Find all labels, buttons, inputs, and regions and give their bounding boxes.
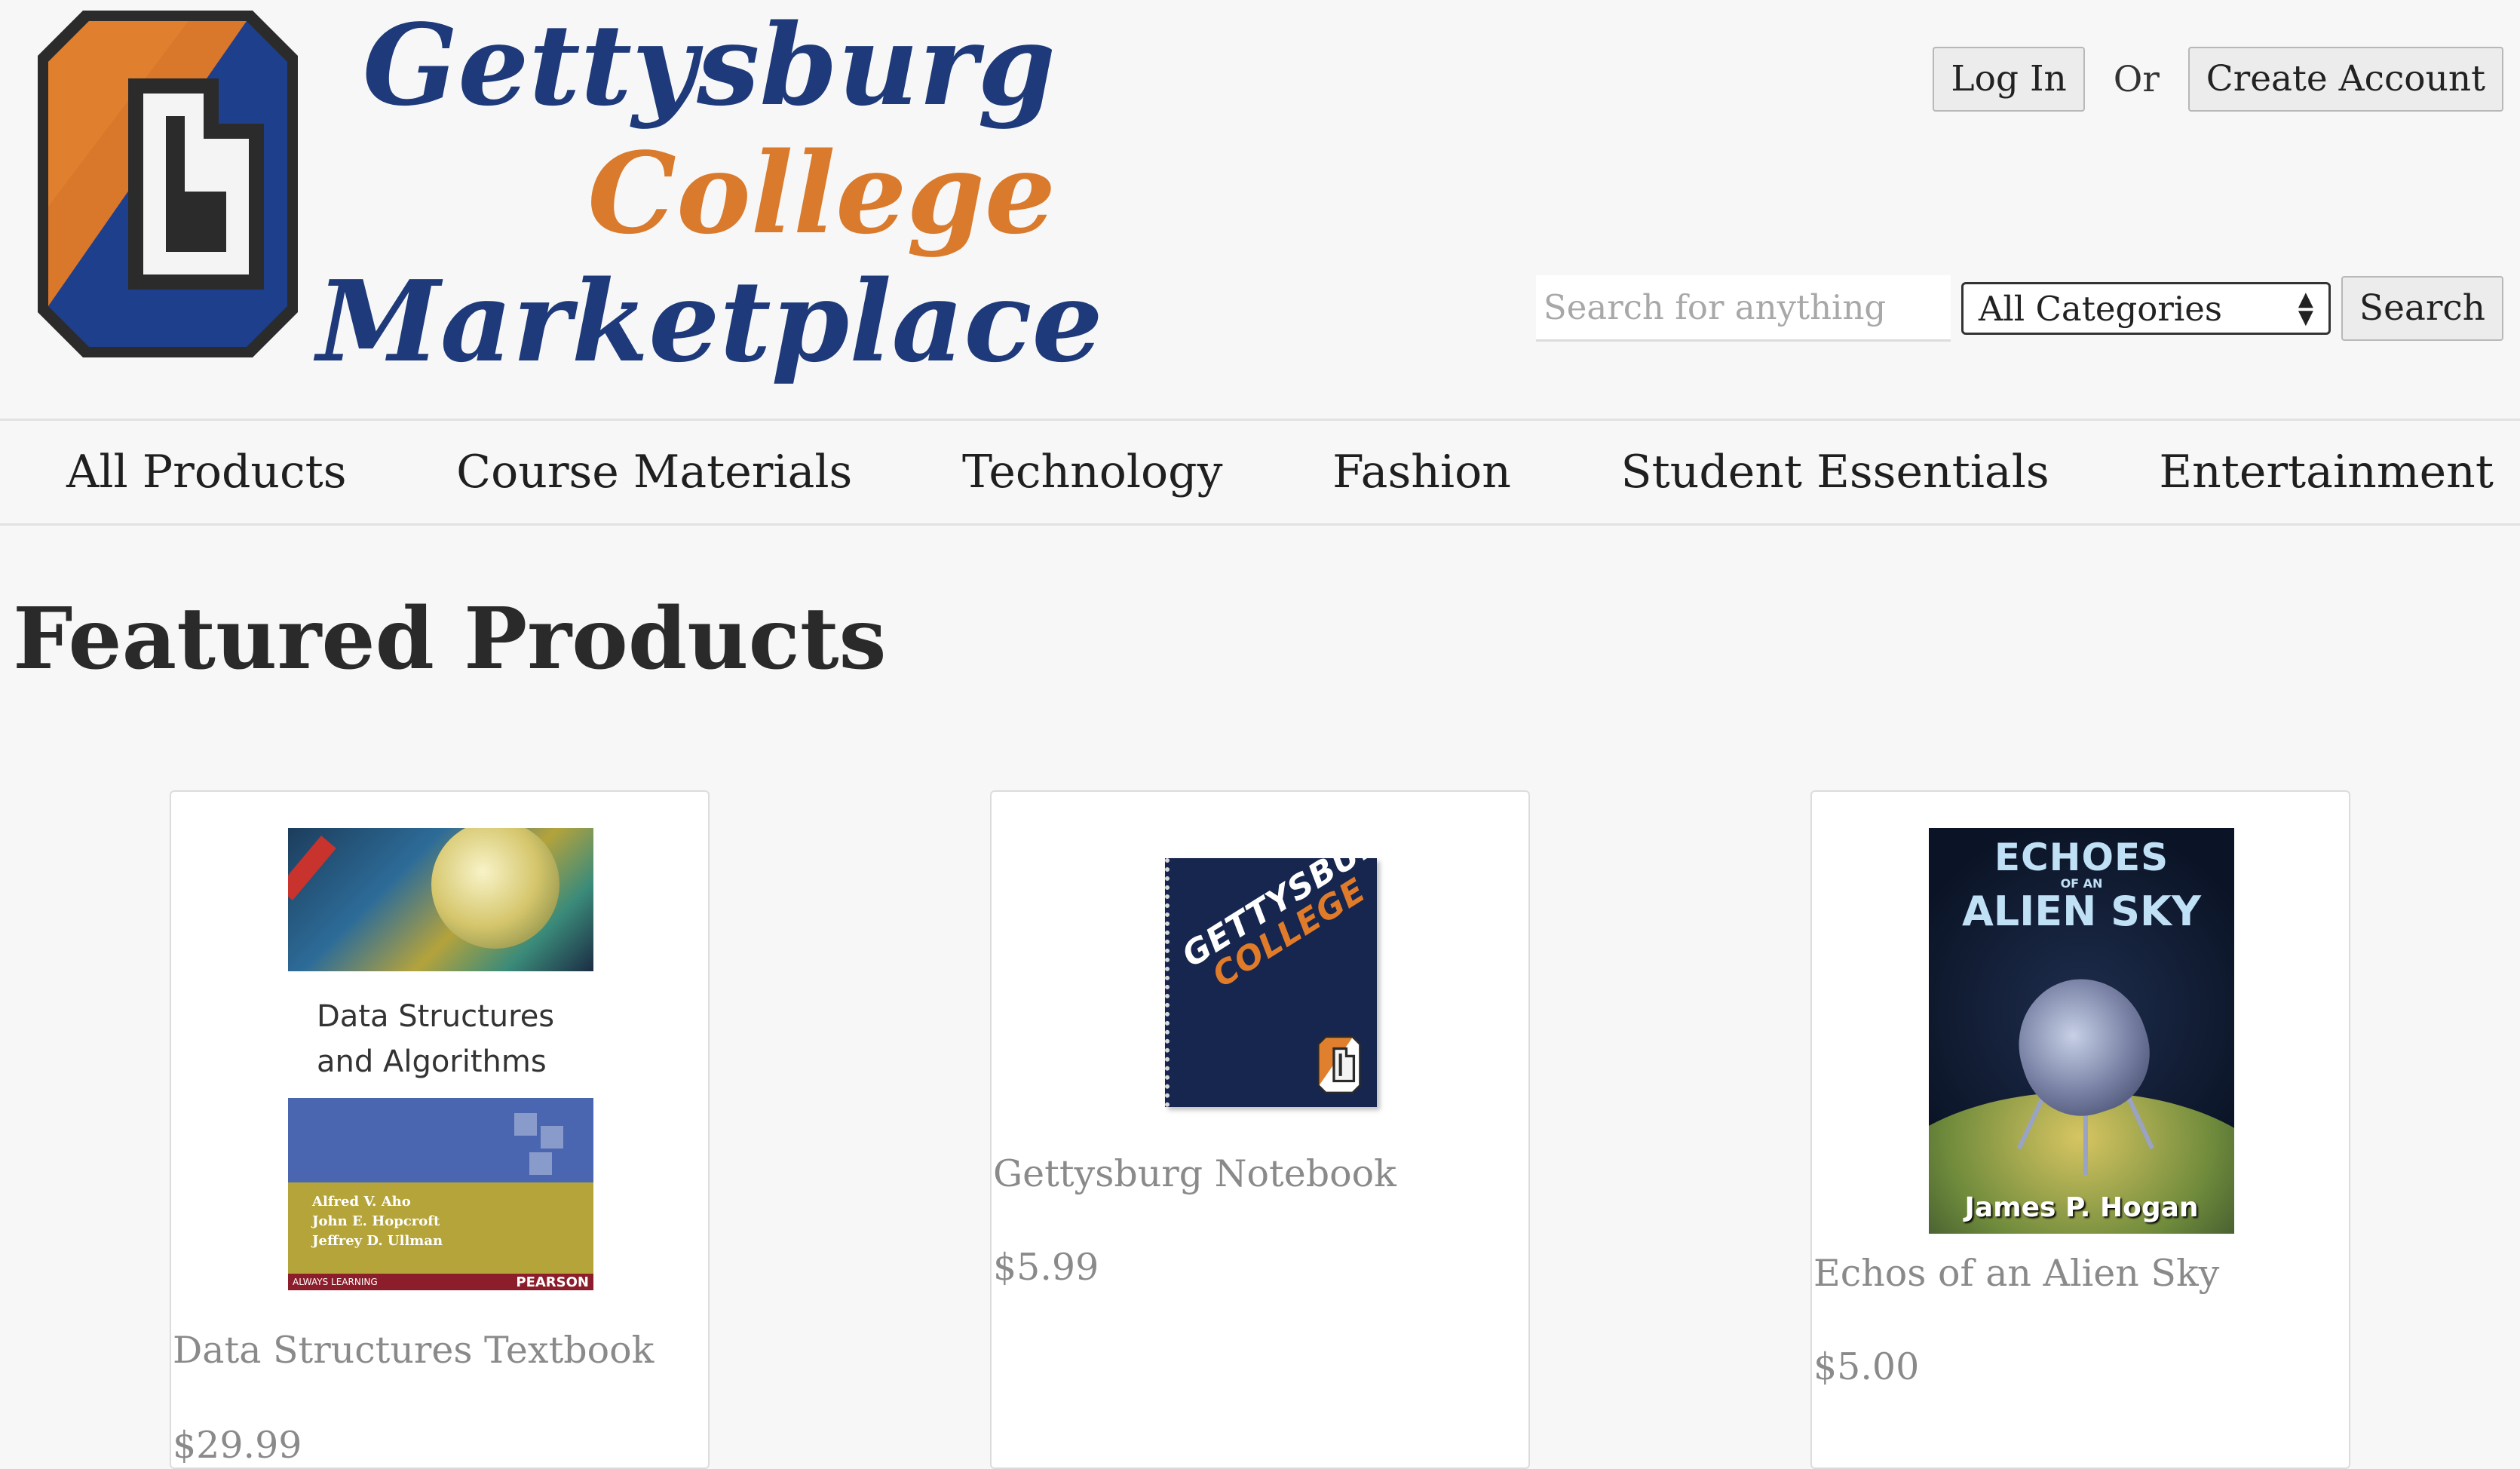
cover-author: John E. Hopcroft bbox=[312, 1213, 440, 1229]
nav-item-technology[interactable]: Technology bbox=[962, 446, 1223, 498]
cover-square bbox=[514, 1113, 537, 1136]
cover-title-line1: Data Structures bbox=[317, 999, 555, 1034]
search-button[interactable]: Search bbox=[2341, 276, 2503, 341]
nav-item-all-products[interactable]: All Products bbox=[66, 446, 347, 498]
site-header: Gettysburg College Marketplace Log In Or… bbox=[0, 0, 2520, 419]
category-nav: All Products Course Materials Technology… bbox=[0, 419, 2520, 526]
product-name[interactable]: Gettysburg Notebook bbox=[993, 1152, 1396, 1195]
cover-title-alien-sky: ALIEN SKY bbox=[1961, 888, 2201, 935]
select-arrows-icon: ▲ ▼ bbox=[2298, 288, 2313, 329]
cover-title: ECHOES OF AN ALIEN SKY bbox=[1929, 839, 2234, 932]
cover-authors: Alfred V. Aho John E. Hopcroft Jeffrey D… bbox=[312, 1192, 443, 1251]
cover-square bbox=[529, 1152, 552, 1175]
gettysburg-g-logo bbox=[1317, 1036, 1361, 1093]
product-name[interactable]: Echos of an Alien Sky bbox=[1813, 1252, 2219, 1295]
nav-item-student-essentials[interactable]: Student Essentials bbox=[1620, 446, 2049, 498]
nav-item-fashion[interactable]: Fashion bbox=[1332, 446, 1511, 498]
gettysburg-g-logo[interactable] bbox=[38, 11, 298, 357]
create-account-button[interactable]: Create Account bbox=[2187, 47, 2503, 112]
nav-item-course-materials[interactable]: Course Materials bbox=[456, 446, 852, 498]
cover-author: Alfred V. Aho bbox=[312, 1194, 411, 1210]
cover-title: Data Structures and Algorithms bbox=[317, 994, 554, 1084]
nav-item-entertainment[interactable]: Entertainment bbox=[2159, 446, 2494, 498]
product-price: $29.99 bbox=[173, 1424, 302, 1467]
login-button[interactable]: Log In bbox=[1933, 47, 2085, 112]
search-bar: All Categories ▲▼ Search bbox=[1535, 275, 2503, 342]
product-price: $5.99 bbox=[993, 1246, 1099, 1289]
auth-links: Log In Or Create Account bbox=[1933, 47, 2503, 112]
cover-square bbox=[541, 1126, 563, 1149]
cover-author: James P. Hogan bbox=[1964, 1192, 2199, 1223]
product-image-notebook[interactable]: GETTYSBURG COLLEGE bbox=[1165, 858, 1377, 1107]
site-brand[interactable]: Gettysburg College Marketplace bbox=[317, 0, 1103, 387]
cover-footer-tagline: ALWAYS LEARNING bbox=[293, 1277, 378, 1287]
brand-line-gettysburg: Gettysburg bbox=[362, 0, 1056, 130]
product-price: $5.00 bbox=[1813, 1345, 1920, 1388]
cover-footer: ALWAYS LEARNING PEARSON bbox=[288, 1274, 593, 1290]
brand-line-college: College bbox=[587, 127, 1056, 259]
or-separator: Or bbox=[2113, 58, 2160, 100]
cover-author: Jeffrey D. Ullman bbox=[312, 1233, 443, 1249]
product-card[interactable]: Data Structures and Algorithms Alfred V.… bbox=[170, 790, 710, 1469]
product-image-data-structures[interactable]: Data Structures and Algorithms Alfred V.… bbox=[288, 828, 593, 1290]
category-selected-value: All Categories bbox=[1978, 288, 2222, 329]
cover-publisher: PEARSON bbox=[516, 1274, 589, 1290]
product-card[interactable]: GETTYSBURG COLLEGE Gettysburg Notebook $… bbox=[990, 790, 1530, 1469]
product-name[interactable]: Data Structures Textbook bbox=[173, 1329, 654, 1372]
notebook-cover-text: GETTYSBURG COLLEGE bbox=[1176, 858, 1377, 1001]
category-select[interactable]: All Categories ▲ ▼ bbox=[1961, 282, 2331, 335]
cover-title-echoes: ECHOES bbox=[1994, 836, 2169, 879]
search-input[interactable] bbox=[1535, 275, 1951, 342]
brand-line-marketplace: Marketplace bbox=[317, 256, 1103, 387]
product-image-echoes-alien-sky[interactable]: ECHOES OF AN ALIEN SKY James P. Hogan bbox=[1929, 828, 2234, 1234]
page-title: Featured Products bbox=[13, 590, 887, 688]
cover-title-line2: and Algorithms bbox=[317, 1044, 547, 1079]
product-card[interactable]: ECHOES OF AN ALIEN SKY James P. Hogan Ec… bbox=[1810, 790, 2350, 1469]
